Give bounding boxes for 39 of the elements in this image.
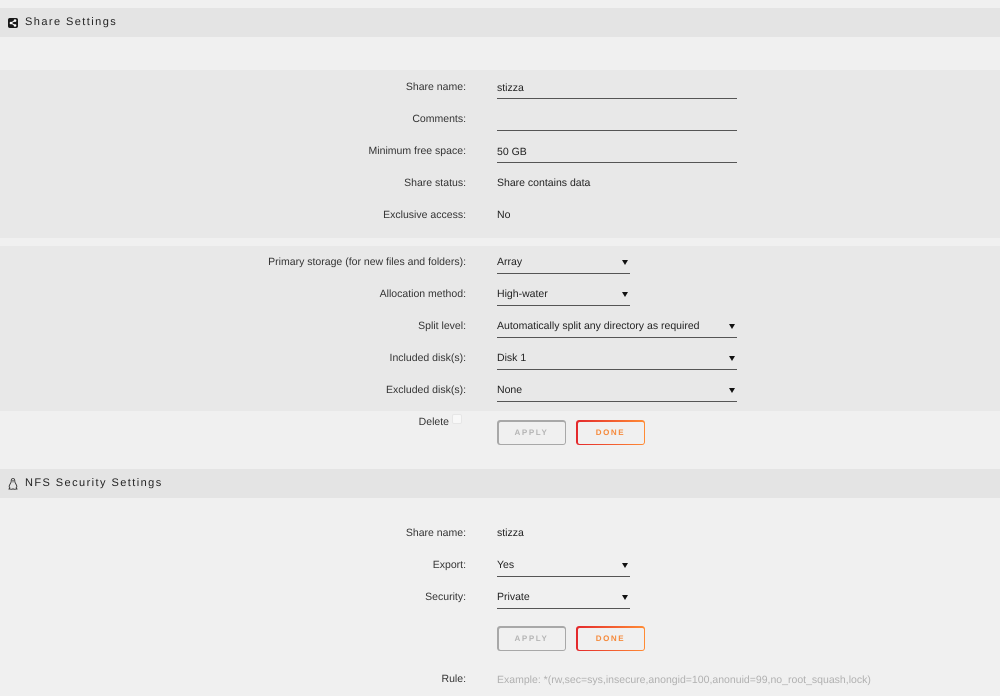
field-label: Exclusive access: — [383, 208, 466, 224]
field-label: Excluded disk(s): — [386, 383, 466, 398]
dropdown[interactable]: High-water — [497, 284, 630, 306]
field-label: Share name: — [406, 526, 466, 542]
dropdown[interactable]: None — [497, 380, 737, 402]
dropdown[interactable]: Yes — [497, 555, 630, 577]
field-label: Included disk(s): — [390, 351, 466, 366]
field-label: Minimum free space: — [368, 144, 466, 160]
text-field[interactable]: 50 GB — [497, 141, 737, 163]
dropdown[interactable]: Array — [497, 252, 630, 274]
field-label: Comments: — [412, 112, 466, 128]
caret-icon — [729, 324, 735, 329]
field-label: Rule: — [441, 672, 466, 688]
caret-icon — [622, 292, 628, 297]
field-label: Export: — [432, 558, 466, 574]
field-value: Share contains data — [497, 176, 590, 192]
caret-icon — [622, 563, 628, 568]
dropdown[interactable]: Private — [497, 587, 630, 609]
dropdown[interactable]: Automatically split any directory as required — [497, 316, 737, 338]
caret-icon — [622, 595, 628, 600]
section-title: NFS Security Settings — [25, 478, 163, 489]
share-icon — [8, 18, 18, 28]
caret-icon — [622, 260, 628, 265]
field-label: Share status: — [404, 176, 466, 192]
rule-field[interactable]: Example: *(rw,sec=sys,insecure,anongid=100,anonuid=99,no_root_squash,lock) — [497, 670, 897, 690]
caret-icon — [729, 356, 735, 361]
field-label: Split level: — [418, 319, 466, 334]
dropdown[interactable]: Disk 1 — [497, 348, 737, 370]
field-value: No — [497, 208, 510, 224]
section-title: Share Settings — [25, 17, 118, 28]
delete-label: Delete — [418, 415, 449, 429]
text-field[interactable]: stizza — [497, 77, 737, 99]
caret-icon — [729, 388, 735, 393]
penguin-icon — [8, 478, 18, 490]
field-label: Primary storage (for new files and folders): — [268, 255, 466, 270]
field-label: Share name: — [406, 80, 466, 96]
field-label: Allocation method: — [380, 287, 466, 302]
field-value: stizza — [497, 526, 524, 542]
field-label: Security: — [425, 590, 466, 606]
